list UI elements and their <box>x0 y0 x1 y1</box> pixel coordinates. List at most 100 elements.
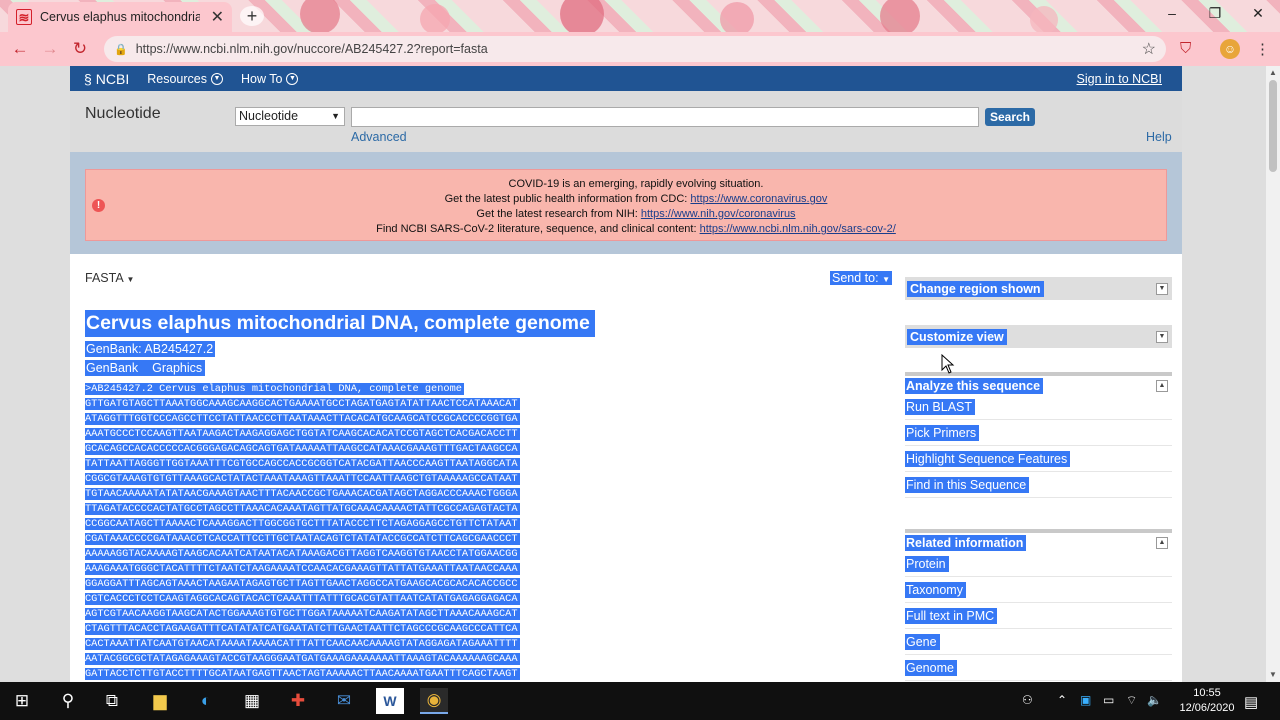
search-button[interactable]: Search <box>985 108 1035 126</box>
nih-link[interactable]: https://www.nih.gov/coronavirus <box>641 208 796 220</box>
reload-icon[interactable]: ↻ <box>70 39 90 59</box>
mouse-pointer-icon <box>941 354 955 374</box>
link-separator <box>141 360 152 376</box>
task-view-icon[interactable]: ⧉ <box>98 688 126 714</box>
system-clock[interactable]: 10:55 12/06/2020 <box>1176 686 1238 716</box>
sequence-text: GTTGATGTAGCTTAAATGGCAAAGCAAGGCACTGAAAATG… <box>85 398 520 410</box>
store-icon[interactable]: ▦ <box>238 688 266 714</box>
resources-menu[interactable]: Resources ▼ <box>147 72 223 86</box>
windows-start-icon[interactable]: ⊞ <box>8 688 36 714</box>
sequence-line: GTTGATGTAGCTTAAATGGCAAAGCAAGGCACTGAAAATG… <box>85 397 520 412</box>
run-blast-link[interactable]: Run BLAST <box>905 394 1172 420</box>
wifi-icon[interactable]: ⌔ <box>1126 693 1137 708</box>
word-icon[interactable]: W <box>376 688 404 714</box>
search-input[interactable] <box>351 107 979 127</box>
protein-link[interactable]: Protein <box>905 551 1172 577</box>
sequence-line: TATTAATTAGGGTTGGTAAATTTCGTGCCAGCCACCGCGG… <box>85 457 520 472</box>
warning-icon: ! <box>92 199 105 212</box>
change-region-header[interactable]: Change region shown ▼ <box>905 277 1172 300</box>
scroll-up-icon[interactable]: ▲ <box>1269 68 1277 77</box>
window-close-icon[interactable]: ✕ <box>1248 5 1268 22</box>
cdc-link[interactable]: https://www.coronavirus.gov <box>690 193 827 205</box>
tray-app-icon[interactable]: ▣ <box>1080 693 1091 707</box>
genome-link[interactable]: Genome <box>905 655 1172 681</box>
volume-icon[interactable]: 🔈 <box>1147 693 1162 707</box>
sequence-text: GGAGGATTTAGCAGTAAACTAAGAATAGAGTGCTTAGTTG… <box>85 578 520 590</box>
tab-close-icon[interactable]: ✕ <box>211 7 224 27</box>
highlight-features-label: Highlight Sequence Features <box>905 450 1071 467</box>
how-to-label: How To <box>241 71 283 86</box>
analyze-heading: Analyze this sequence <box>905 378 1044 394</box>
customize-view-header[interactable]: Customize view ▼ <box>905 325 1172 348</box>
sequence-line: CGATAAACCCCGATAAACCTCACCATTCCTTGCTAATACA… <box>85 532 520 547</box>
sequence-line: TGTAACAAAAATATATAACGAAAGTAACTTTACAACCGCT… <box>85 487 520 502</box>
tab-title: Cervus elaphus mitochondrial DNA, comple… <box>40 10 200 24</box>
send-to-menu[interactable]: Send to: ▼ <box>830 271 892 285</box>
change-region-label: Change region shown <box>907 280 1044 297</box>
chevron-down-icon: ▼ <box>211 72 223 85</box>
browser-tab-active[interactable]: ≋ Cervus elaphus mitochondrial DNA, comp… <box>8 2 232 32</box>
restore-icon[interactable]: ❐ <box>1205 5 1225 22</box>
minimize-icon[interactable]: – <box>1162 5 1182 21</box>
format-selector[interactable]: FASTA ▼ <box>85 271 134 285</box>
gift-app-icon[interactable]: ✚ <box>284 688 312 714</box>
expand-toggle-icon[interactable]: ▼ <box>1156 330 1168 343</box>
forward-arrow-icon[interactable]: → <box>40 39 60 59</box>
address-bar[interactable]: 🔒 https://www.ncbi.nlm.nih.gov/nuccore/A… <box>104 36 1166 62</box>
scroll-down-icon[interactable]: ▼ <box>1269 670 1277 679</box>
tray-overflow-icon[interactable]: ⌃ <box>1057 693 1067 707</box>
help-link[interactable]: Help <box>1146 130 1172 144</box>
ncbi-header-bar: § NCBI Resources ▼ How To ▼ Sign in to N… <box>70 66 1182 91</box>
sequence-text: TTAGATACCCCACTATGCCTAGCCTTAAACACAAATAGTT… <box>85 503 520 515</box>
profile-avatar[interactable]: ☺ <box>1220 39 1240 59</box>
file-explorer-icon[interactable]: ▆ <box>146 688 174 714</box>
sign-in-link[interactable]: Sign in to NCBI <box>1077 72 1162 86</box>
advanced-search-link[interactable]: Advanced <box>351 130 407 144</box>
expand-toggle-icon[interactable]: ▼ <box>1156 282 1168 295</box>
highlight-features-link[interactable]: Highlight Sequence Features <box>905 446 1172 472</box>
vertical-scrollbar[interactable]: ▲ ▼ <box>1266 66 1280 682</box>
customize-view-panel[interactable]: Customize view ▼ <box>905 325 1172 348</box>
mail-icon[interactable]: ✉ <box>330 688 358 714</box>
extension-icon[interactable]: ⛉ <box>1180 40 1191 57</box>
people-icon[interactable]: ⚇ <box>1022 693 1033 707</box>
analyze-header[interactable]: Analyze this sequence ▲ <box>905 372 1172 394</box>
related-info-header[interactable]: Related information ▲ <box>905 529 1172 551</box>
alert-banner-wrapper: ! COVID-19 is an emerging, rapidly evolv… <box>70 152 1182 254</box>
back-arrow-icon[interactable]: ← <box>10 39 30 59</box>
browser-menu-icon[interactable]: ⋮ <box>1255 40 1270 58</box>
collapse-toggle-icon[interactable]: ▲ <box>1156 537 1168 549</box>
sequence-text: AAATGCCCTCCAAGTTAATAAGACTAAGAGGAGCTGGTAT… <box>85 428 520 440</box>
new-tab-button[interactable]: + <box>240 6 264 26</box>
how-to-menu[interactable]: How To ▼ <box>241 71 299 86</box>
change-region-panel[interactable]: Change region shown ▼ <box>905 277 1172 300</box>
pick-primers-link[interactable]: Pick Primers <box>905 420 1172 446</box>
ncbi-page: § NCBI Resources ▼ How To ▼ Sign in to N… <box>70 66 1182 682</box>
full-text-pmc-link[interactable]: Full text in PMC <box>905 603 1172 629</box>
chevron-down-icon: ▼ <box>286 72 299 85</box>
find-in-sequence-link[interactable]: Find in this Sequence <box>905 472 1172 498</box>
collapse-toggle-icon[interactable]: ▲ <box>1156 380 1168 392</box>
edge-browser-icon[interactable]: ◐ <box>192 688 220 714</box>
alert-text: Get the latest public health information… <box>444 193 691 205</box>
taxonomy-link[interactable]: Taxonomy <box>905 577 1172 603</box>
sars-cov-2-link[interactable]: https://www.ncbi.nlm.nih.gov/sars-cov-2/ <box>700 223 896 235</box>
bookmark-star-icon[interactable]: ☆ <box>1142 39 1156 59</box>
ncbi-logo[interactable]: § NCBI <box>84 71 129 87</box>
search-icon[interactable]: ⚲ <box>54 688 82 714</box>
notification-center-icon[interactable]: ▤ <box>1244 693 1258 711</box>
alert-line: COVID-19 is an emerging, rapidly evolvin… <box>116 177 1156 192</box>
address-url: https://www.ncbi.nlm.nih.gov/nuccore/AB2… <box>135 42 488 56</box>
battery-icon[interactable]: ▭ <box>1103 693 1114 707</box>
alert-text: Find NCBI SARS-CoV-2 literature, sequenc… <box>376 223 700 235</box>
browser-tab-strip: ≋ Cervus elaphus mitochondrial DNA, comp… <box>0 0 1280 36</box>
database-select[interactable]: Nucleotide ▼ <box>235 107 345 126</box>
gene-link[interactable]: Gene <box>905 629 1172 655</box>
sequence-line: GGAGGATTTAGCAGTAAACTAAGAATAGAGTGCTTAGTTG… <box>85 577 520 592</box>
scrollbar-thumb[interactable] <box>1269 80 1277 172</box>
genbank-link[interactable]: GenBank <box>85 360 142 376</box>
sequence-line: CCGGCAATAGCTTAAAACTCAAAGGACTTGGCGGTGCTTT… <box>85 517 520 532</box>
graphics-link[interactable]: Graphics <box>151 360 206 376</box>
chrome-icon[interactable]: ◉ <box>420 688 448 714</box>
sequence-line: CGGCGTAAAGTGTGTTAAAGCACTATACTAAATAAAGTTA… <box>85 472 520 487</box>
